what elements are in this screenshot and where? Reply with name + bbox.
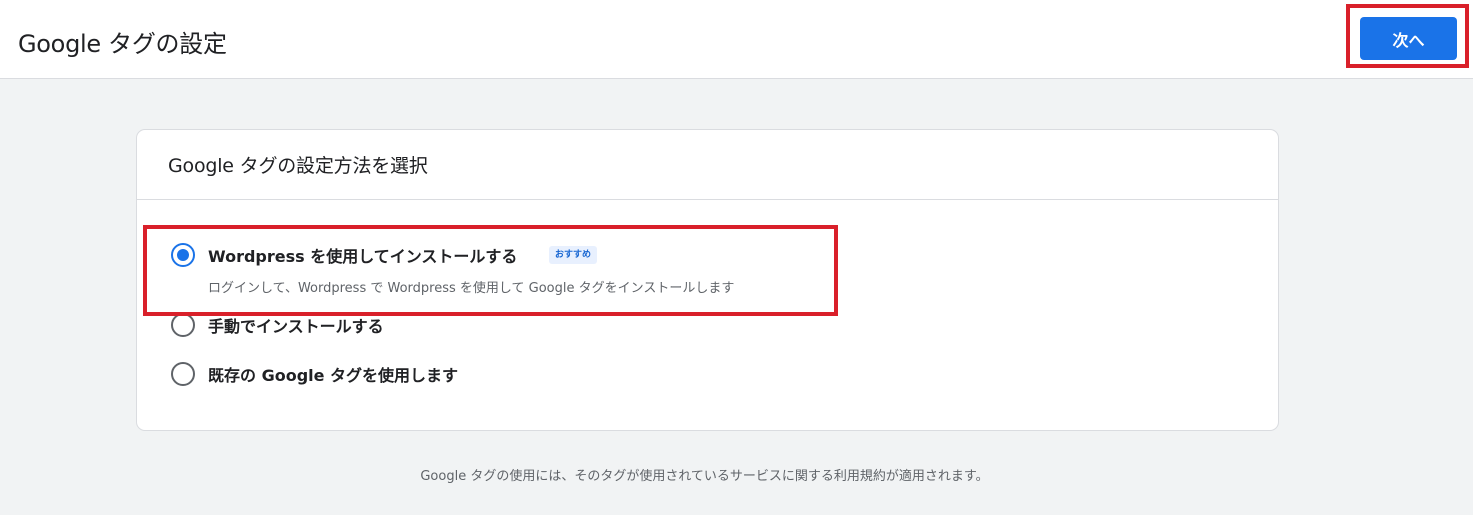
radio-manual[interactable] bbox=[171, 313, 195, 337]
card-header: Google タグの設定方法を選択 bbox=[137, 130, 1278, 200]
option-label-manual[interactable]: 手動でインストールする bbox=[208, 313, 384, 337]
terms-notice: Google タグの使用には、そのタグが使用されているサービスに関する利用規約が… bbox=[420, 469, 989, 484]
radio-existing-tag[interactable] bbox=[171, 362, 195, 386]
radio-wordpress[interactable] bbox=[171, 243, 195, 267]
option-label-existing-tag[interactable]: 既存の Google タグを使用します bbox=[208, 362, 458, 386]
app-header: Google タグの設定 次へ bbox=[0, 0, 1473, 79]
option-label-wordpress[interactable]: Wordpress を使用してインストールする bbox=[208, 243, 517, 267]
page-title: Google タグの設定 bbox=[18, 30, 227, 58]
next-button[interactable]: 次へ bbox=[1360, 17, 1457, 60]
recommended-badge: おすすめ bbox=[549, 246, 598, 264]
card-title: Google タグの設定方法を選択 bbox=[168, 155, 428, 177]
option-desc-wordpress: ログインして、Wordpress で Wordpress を使用して Googl… bbox=[208, 281, 735, 296]
